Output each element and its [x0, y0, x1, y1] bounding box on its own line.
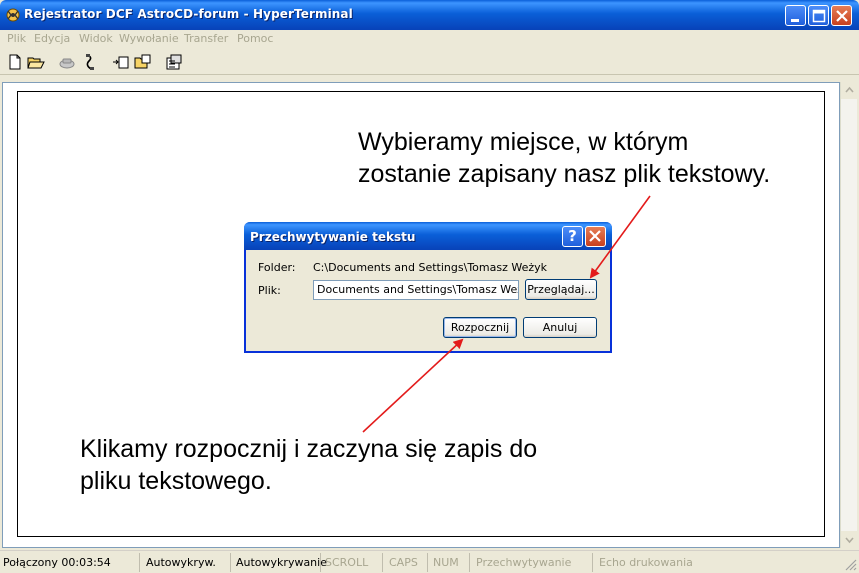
disconnect-icon[interactable] [81, 53, 99, 71]
receive-icon[interactable] [134, 53, 152, 71]
menu-pomoc[interactable]: Pomoc [237, 32, 273, 45]
minimize-button[interactable] [785, 5, 806, 26]
status-bar: Połączony 00:03:54 Autowykryw. Autowykry… [0, 550, 859, 573]
close-button[interactable] [831, 5, 852, 26]
status-caps: CAPS [386, 553, 428, 572]
status-autodetect-1: Autowykryw. [143, 553, 231, 572]
browse-button[interactable]: Przeglądaj... [525, 279, 597, 300]
scroll-up-icon [845, 86, 854, 93]
maximize-icon [812, 9, 826, 23]
scroll-down-arrow[interactable] [841, 531, 858, 548]
send-icon[interactable] [112, 53, 130, 71]
annotation-bottom-line1: Klikamy rozpocznij i zaczyna się zapis d… [80, 435, 538, 463]
status-autodetect-2: Autowykrywanie [233, 553, 327, 572]
toolbar [0, 49, 859, 75]
resize-grip-icon[interactable] [843, 557, 857, 571]
menu-transfer[interactable]: Transfer [184, 32, 228, 45]
status-scroll: SCROLL [322, 553, 383, 572]
menu-bar: Plik Edycja Widok Wywołanie Transfer Pom… [0, 30, 859, 48]
help-button[interactable]: ? [562, 226, 583, 247]
new-file-icon[interactable] [6, 53, 24, 71]
annotation-top: Wybieramy miejsce, w którym zostanie zap… [358, 126, 770, 190]
minimize-icon [791, 19, 799, 22]
annotation-bottom: Klikamy rozpocznij i zaczyna się zapis d… [80, 433, 537, 497]
menu-edycja[interactable]: Edycja [34, 32, 70, 45]
menu-plik[interactable]: Plik [7, 32, 26, 45]
file-path-input[interactable]: Documents and Settings\Tomasz Weżyk\ [313, 280, 519, 300]
vertical-scrollbar[interactable] [840, 82, 858, 548]
capture-text-dialog: Przechwytywanie tekstu ? Folder: C:\Docu… [244, 222, 612, 353]
maximize-button[interactable] [808, 5, 829, 26]
close-icon [836, 10, 848, 22]
status-echo: Echo drukowania [599, 556, 693, 569]
status-connected: Połączony 00:03:54 [0, 553, 140, 572]
window-titlebar[interactable]: Rejestrator DCF AstroCD-forum - HyperTer… [0, 0, 859, 30]
start-button[interactable]: Rozpocznij [443, 317, 517, 338]
menu-widok[interactable]: Widok [79, 32, 113, 45]
menu-wywolanie[interactable]: Wywołanie [119, 32, 179, 45]
dialog-close-button[interactable] [585, 226, 606, 247]
annotation-bottom-line2: pliku tekstowego. [80, 467, 272, 495]
folder-label: Folder: [258, 261, 296, 274]
annotation-top-line1: Wybieramy miejsce, w którym [358, 128, 689, 156]
status-num: NUM [430, 553, 470, 572]
dial-icon[interactable] [58, 53, 76, 71]
window-title: Rejestrator DCF AstroCD-forum - HyperTer… [24, 7, 353, 21]
dialog-title: Przechwytywanie tekstu [250, 230, 416, 244]
dialog-titlebar[interactable]: Przechwytywanie tekstu ? [244, 222, 612, 250]
scroll-up-arrow[interactable] [841, 82, 858, 99]
annotation-top-line2: zostanie zapisany nasz plik tekstowy. [358, 160, 771, 188]
close-icon [589, 230, 601, 242]
open-folder-icon[interactable] [27, 53, 45, 71]
hyperterminal-app-icon [6, 8, 20, 22]
scroll-down-icon [845, 537, 854, 544]
file-label: Plik: [258, 284, 281, 297]
folder-value: C:\Documents and Settings\Tomasz Weżyk [313, 261, 548, 274]
properties-icon[interactable] [165, 53, 183, 71]
status-capture: Przechwytywanie [473, 553, 593, 572]
cancel-button[interactable]: Anuluj [523, 317, 597, 338]
